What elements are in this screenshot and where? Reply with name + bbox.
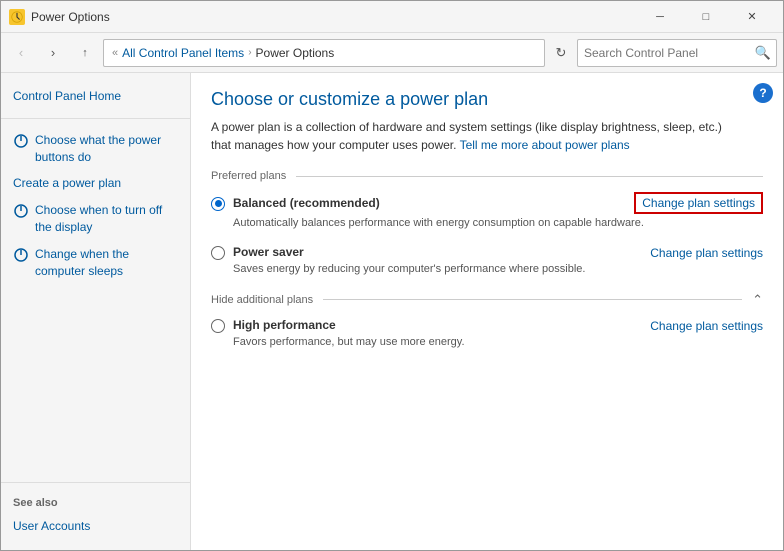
search-icon[interactable]: 🔍 [750,40,776,66]
sidebar-item-sleep[interactable]: Change when the computer sleeps [1,241,190,285]
plan-high-perf-change-link[interactable]: Change plan settings [650,318,763,333]
plan-power-saver-row: Power saver Change plan settings [211,245,763,260]
content-area: ? Choose or customize a power plan A pow… [191,73,783,550]
sidebar-divider-1 [1,118,190,119]
plan-power-saver: Power saver Change plan settings Saves e… [211,245,763,277]
hide-plans-header: Hide additional plans ⌃ [211,292,763,308]
radio-dot [215,200,222,207]
up-button[interactable]: ↑ [71,39,99,67]
power-buttons-icon [13,133,29,149]
plan-balanced-desc: Automatically balances performance with … [233,216,763,231]
breadcrumb-separator: › [248,47,251,58]
minimize-button[interactable]: ─ [637,1,683,33]
window-controls: ─ □ ✕ [637,1,775,33]
sidebar-see-also: See also User Accounts [1,482,190,540]
plan-balanced-row: Balanced (recommended) Change plan setti… [211,192,763,214]
plan-high-perf-row: High performance Change plan settings [211,318,763,333]
window: Power Options ─ □ ✕ ‹ › ↑ « All Control … [0,0,784,551]
plan-balanced: Balanced (recommended) Change plan setti… [211,192,763,231]
sidebar: Control Panel Home Choose what the power… [1,73,191,550]
page-description: A power plan is a collection of hardware… [211,118,731,154]
plan-balanced-radio[interactable] [211,197,225,211]
plan-high-performance: High performance Change plan settings Fa… [211,318,763,350]
sidebar-item-power-buttons[interactable]: Choose what the power buttons do [1,127,190,171]
tell-me-more-link[interactable]: Tell me more about power plans [460,138,630,152]
hide-plans-label: Hide additional plans [211,294,313,306]
back-button[interactable]: ‹ [7,39,35,67]
sidebar-item-user-accounts[interactable]: User Accounts [1,513,190,540]
plan-high-perf-header: High performance [211,318,650,333]
breadcrumb-current: Power Options [256,46,335,60]
plan-balanced-header: Balanced (recommended) [211,196,634,211]
plan-balanced-change-link[interactable]: Change plan settings [634,192,763,214]
breadcrumb: « All Control Panel Items › Power Option… [112,46,536,60]
plan-power-saver-radio[interactable] [211,246,225,260]
sidebar-item-display-label: Choose when to turn off the display [35,202,178,236]
title-bar: Power Options ─ □ ✕ [1,1,783,33]
window-title: Power Options [31,10,637,24]
sidebar-item-create-plan[interactable]: Create a power plan [1,170,190,197]
plan-high-perf-radio[interactable] [211,319,225,333]
window-icon [9,9,25,25]
refresh-button[interactable]: ↻ [549,41,573,65]
plan-high-perf-desc: Favors performance, but may use more ene… [233,335,763,350]
address-field[interactable]: « All Control Panel Items › Power Option… [103,39,545,67]
sidebar-item-display[interactable]: Choose when to turn off the display [1,197,190,241]
plan-power-saver-change-link[interactable]: Change plan settings [650,245,763,260]
help-button[interactable]: ? [753,83,773,103]
hide-plans-line [323,299,742,300]
preferred-plans-label: Preferred plans [211,170,286,182]
search-box: 🔍 [577,39,777,67]
address-bar: ‹ › ↑ « All Control Panel Items › Power … [1,33,783,73]
preferred-plans-line [296,176,763,177]
maximize-button[interactable]: □ [683,1,729,33]
preferred-plans-header: Preferred plans [211,170,763,182]
hide-additional-plans-section: Hide additional plans ⌃ High performance… [211,292,763,350]
main-area: Control Panel Home Choose what the power… [1,73,783,550]
close-button[interactable]: ✕ [729,1,775,33]
sidebar-item-power-buttons-label: Choose what the power buttons do [35,132,178,166]
page-title: Choose or customize a power plan [211,89,763,110]
plan-balanced-name: Balanced (recommended) [233,196,380,210]
plan-power-saver-header: Power saver [211,245,650,260]
hide-plans-chevron[interactable]: ⌃ [752,292,763,308]
search-input[interactable] [578,46,750,60]
plan-power-saver-name: Power saver [233,245,304,259]
sleep-icon [13,247,29,263]
sidebar-item-sleep-label: Change when the computer sleeps [35,246,178,280]
see-also-label: See also [1,493,190,513]
plan-power-saver-desc: Saves energy by reducing your computer's… [233,262,763,277]
plan-high-perf-name: High performance [233,318,336,332]
sidebar-item-home[interactable]: Control Panel Home [1,83,190,110]
display-icon [13,203,29,219]
breadcrumb-all-control-panel[interactable]: All Control Panel Items [122,46,244,60]
forward-button[interactable]: › [39,39,67,67]
